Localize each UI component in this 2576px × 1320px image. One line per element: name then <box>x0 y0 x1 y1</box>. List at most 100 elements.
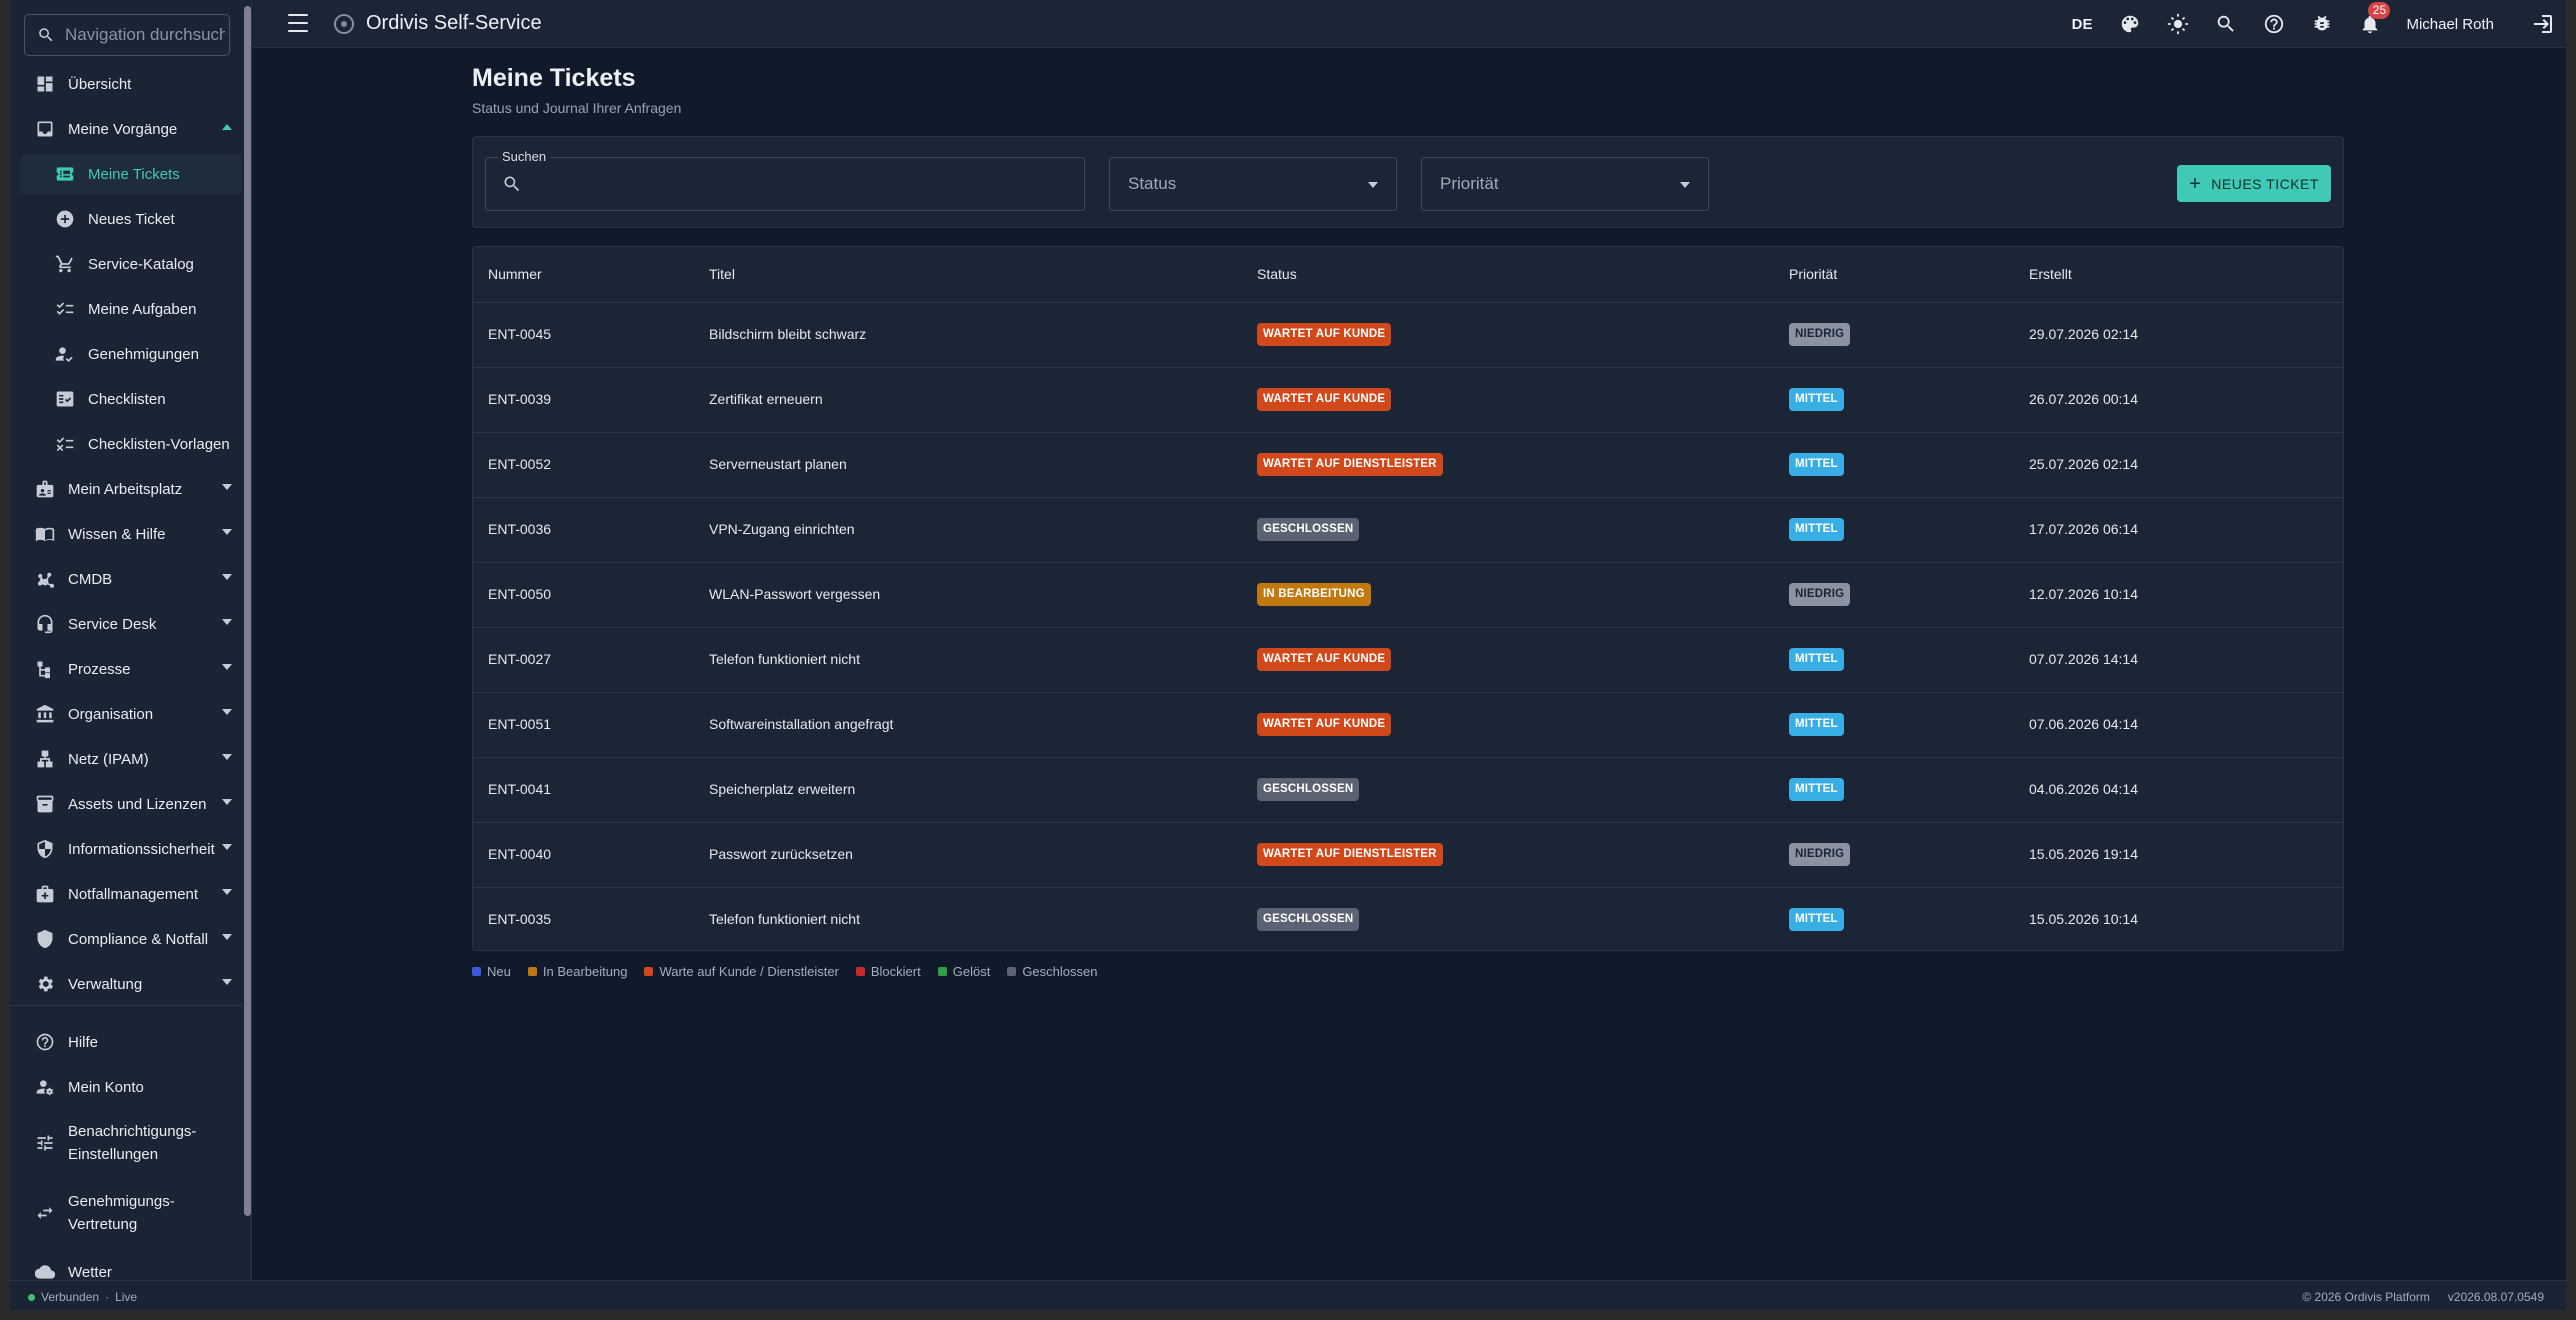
app-logo-icon <box>334 14 354 34</box>
sidebar-item-12[interactable]: CMDB <box>20 559 242 599</box>
nav-search-input[interactable] <box>65 25 225 45</box>
ticket-title[interactable]: Zertifikat erneuern <box>709 391 823 407</box>
sidebar-item-20[interactable]: Compliance & Notfall <box>20 919 242 959</box>
table-row[interactable]: ENT-0027 Telefon funktioniert nicht WART… <box>473 628 2343 693</box>
ticket-title[interactable]: Telefon funktioniert nicht <box>709 911 860 927</box>
sidebar-item-5[interactable]: Service-Katalog <box>20 244 242 284</box>
sidebar-item-19[interactable]: Notfallmanagement <box>20 874 242 914</box>
sidebar-item-label: Meine Tickets <box>88 165 180 183</box>
table-row[interactable]: ENT-0041 Speicherplatz erweitern GESCHLO… <box>473 758 2343 823</box>
column-header-priority[interactable]: Priorität <box>1789 266 1837 282</box>
ticket-search-input[interactable] <box>534 168 1064 200</box>
palette-icon[interactable] <box>2118 12 2142 36</box>
sidebar-item-18[interactable]: Informationssicherheit <box>20 829 242 869</box>
ticket-title[interactable]: Telefon funktioniert nicht <box>709 651 860 667</box>
sidebar-bottom-item-3[interactable]: Benachrichtigungs- Einstellungen <box>20 1112 242 1174</box>
sidebar-item-11[interactable]: Wissen & Hilfe <box>20 514 242 554</box>
table-row[interactable]: ENT-0051 Softwareinstallation angefragt … <box>473 693 2343 758</box>
priority-badge: MITTEL <box>1789 908 1844 931</box>
help-icon[interactable] <box>2262 12 2286 36</box>
top-bar: Ordivis Self-Service DE 25 Michael Roth <box>252 0 2566 48</box>
logout-icon[interactable] <box>2530 12 2554 41</box>
inbox-icon <box>34 118 56 140</box>
app-title[interactable]: Ordivis Self-Service <box>366 12 542 35</box>
sidebar-item-9[interactable]: Checklisten-Vorlagen <box>20 424 242 464</box>
sidebar: Übersicht Meine Vorgänge Meine Tickets N… <box>10 0 252 1281</box>
ticket-title[interactable]: WLAN-Passwort vergessen <box>709 586 880 602</box>
sidebar-item-7[interactable]: Genehmigungen <box>20 334 242 374</box>
ticket-created-date: 07.07.2026 14:14 <box>2029 651 2138 667</box>
sidebar-item-4[interactable]: Neues Ticket <box>20 199 242 239</box>
sidebar-item-21[interactable]: Verwaltung <box>20 964 242 1004</box>
sidebar-item-13[interactable]: Service Desk <box>20 604 242 644</box>
sidebar-item-10[interactable]: Mein Arbeitsplatz <box>20 469 242 509</box>
legend-label: Blockiert <box>870 964 921 979</box>
table-row[interactable]: ENT-0050 WLAN-Passwort vergessen IN BEAR… <box>473 563 2343 628</box>
menu-toggle-icon[interactable] <box>288 14 308 32</box>
sidebar-item-6[interactable]: Meine Aufgaben <box>20 289 242 329</box>
ticket-title[interactable]: Speicherplatz erweitern <box>709 781 855 797</box>
language-switch[interactable]: DE <box>2072 16 2093 33</box>
ticket-number[interactable]: ENT-0039 <box>488 391 551 407</box>
sidebar-item-14[interactable]: Prozesse <box>20 649 242 689</box>
status-filter-select[interactable]: Status <box>1109 157 1397 211</box>
notifications-icon[interactable]: 25 <box>2358 2 2391 36</box>
status-badge: WARTET AUF KUNDE <box>1257 323 1392 346</box>
ticket-search-field[interactable]: Suchen <box>485 149 1085 211</box>
table-row[interactable]: ENT-0040 Passwort zurücksetzen WARTET AU… <box>473 823 2343 888</box>
shield-icon <box>34 928 56 950</box>
ticket-title[interactable]: VPN-Zugang einrichten <box>709 521 855 537</box>
sidebar-item-label: Hilfe <box>68 1033 99 1051</box>
sidebar-scrollbar[interactable] <box>244 6 251 1216</box>
brightness-icon[interactable] <box>2166 12 2190 36</box>
ticket-number[interactable]: ENT-0052 <box>488 456 551 472</box>
ticket-number[interactable]: ENT-0050 <box>488 586 551 602</box>
sidebar-divider <box>10 1005 242 1006</box>
legend-label: Neu <box>487 964 511 979</box>
table-row[interactable]: ENT-0036 VPN-Zugang einrichten GESCHLOSS… <box>473 498 2343 563</box>
chevron-down-icon <box>222 799 232 805</box>
column-header-title[interactable]: Titel <box>709 266 735 282</box>
ticket-title[interactable]: Softwareinstallation angefragt <box>709 716 893 732</box>
table-row[interactable]: ENT-0035 Telefon funktioniert nicht GESC… <box>473 888 2343 950</box>
legend-color-swatch <box>1007 967 1017 976</box>
nav-search-field[interactable] <box>24 14 230 56</box>
sidebar-item-8[interactable]: Checklisten <box>20 379 242 419</box>
ticket-number[interactable]: ENT-0051 <box>488 716 551 732</box>
sidebar-item-2[interactable]: Meine Vorgänge <box>20 109 242 149</box>
ticket-created-date: 25.07.2026 02:14 <box>2029 456 2138 472</box>
ticket-number[interactable]: ENT-0041 <box>488 781 551 797</box>
column-header-created[interactable]: Erstellt <box>2029 266 2072 282</box>
sidebar-bottom-item-1[interactable]: Hilfe <box>20 1022 242 1062</box>
bug-report-icon[interactable] <box>2310 12 2334 36</box>
column-header-status[interactable]: Status <box>1257 266 1297 282</box>
ticket-number[interactable]: ENT-0027 <box>488 651 551 667</box>
medical-bag-icon <box>34 883 56 905</box>
sidebar-bottom-item-2[interactable]: Mein Konto <box>20 1067 242 1107</box>
sidebar-bottom-item-4[interactable]: Genehmigungs- Vertretung <box>20 1182 242 1244</box>
priority-filter-select[interactable]: Priorität <box>1421 157 1709 211</box>
column-header-number[interactable]: Nummer <box>488 266 542 282</box>
ticket-number[interactable]: ENT-0036 <box>488 521 551 537</box>
chevron-down-icon <box>222 844 232 850</box>
new-ticket-button[interactable]: + NEUES TICKET <box>2177 165 2331 202</box>
ticket-title[interactable]: Serverneustart planen <box>709 456 847 472</box>
ticket-title[interactable]: Passwort zurücksetzen <box>709 846 853 862</box>
legend-label: Geschlossen <box>1022 964 1098 979</box>
ticket-number[interactable]: ENT-0035 <box>488 911 551 927</box>
sidebar-item-15[interactable]: Organisation <box>20 694 242 734</box>
table-row[interactable]: ENT-0052 Serverneustart planen WARTET AU… <box>473 433 2343 498</box>
ticket-number[interactable]: ENT-0040 <box>488 846 551 862</box>
user-name[interactable]: Michael Roth <box>2406 16 2494 33</box>
ticket-number[interactable]: ENT-0045 <box>488 326 551 342</box>
table-row[interactable]: ENT-0039 Zertifikat erneuern WARTET AUF … <box>473 368 2343 433</box>
sidebar-item-16[interactable]: Netz (IPAM) <box>20 739 242 779</box>
ticket-title[interactable]: Bildschirm bleibt schwarz <box>709 326 866 342</box>
chevron-down-icon <box>222 934 232 940</box>
sidebar-item-3[interactable]: Meine Tickets <box>20 154 242 194</box>
table-row[interactable]: ENT-0045 Bildschirm bleibt schwarz WARTE… <box>473 303 2343 368</box>
search-icon[interactable] <box>2214 12 2238 36</box>
sidebar-item-17[interactable]: Assets und Lizenzen <box>20 784 242 824</box>
sidebar-item-1[interactable]: Übersicht <box>20 64 242 104</box>
sidebar-item-label: Netz (IPAM) <box>68 750 149 768</box>
